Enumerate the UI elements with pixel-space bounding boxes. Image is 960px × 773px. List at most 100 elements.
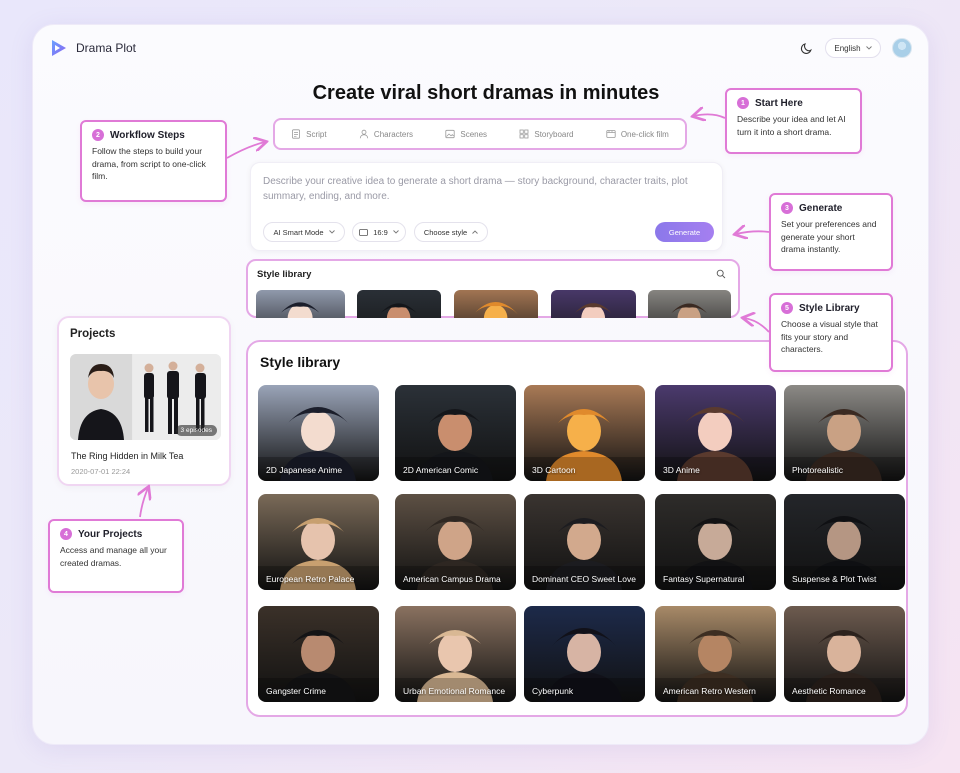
style-tile[interactable]: Fantasy Supernatural (655, 494, 776, 590)
prompt-input[interactable]: Describe your creative idea to generate … (263, 174, 703, 204)
style-tile-label: Gangster Crime (266, 686, 326, 696)
workflow-steps-bar: Script Characters Scenes Storyboard One-… (273, 118, 687, 150)
style-tile[interactable]: Aesthetic Romance (784, 606, 905, 702)
style-thumbnail-image (256, 290, 345, 318)
style-thumbnail[interactable] (648, 290, 731, 318)
style-thumbnail-image (357, 290, 441, 318)
style-tile[interactable]: 3D Cartoon (524, 385, 645, 481)
style-tile[interactable]: European Retro Palace (258, 494, 379, 590)
style-thumbnail[interactable] (256, 290, 345, 318)
style-thumbnail-image (648, 290, 731, 318)
brand-name: Drama Plot (76, 41, 137, 55)
mode-select[interactable]: AI Smart Mode (263, 222, 345, 242)
style-tile-label: 2D Japanese Anime (266, 465, 343, 475)
style-label: Choose style (423, 227, 468, 237)
tab-scenes[interactable]: Scenes (445, 129, 487, 139)
style-thumbnail[interactable] (551, 290, 636, 318)
project-thumbnail[interactable]: 3 episodes (70, 354, 221, 440)
search-icon[interactable] (716, 269, 726, 279)
dark-mode-icon[interactable] (800, 41, 814, 55)
style-tile[interactable]: 2D Japanese Anime (258, 385, 379, 481)
mode-label: AI Smart Mode (273, 227, 324, 237)
style-tile-label: 2D American Comic (403, 465, 479, 475)
style-tile-label: American Retro Western (663, 686, 756, 696)
annotation-title: Generate (799, 202, 843, 214)
style-library-title: Style library (260, 354, 341, 370)
episode-count-badge: 3 episodes (175, 425, 217, 436)
chevron-down-icon (392, 230, 399, 234)
annotation-title: Style Library (799, 302, 860, 314)
annotation-start-here: 1 Start Here Describe your idea and let A… (725, 88, 862, 154)
chevron-up-icon (472, 230, 478, 234)
step-label: Scenes (460, 129, 488, 139)
step-number-badge: 2 (92, 129, 104, 141)
image-icon (445, 129, 455, 139)
step-number-badge: 4 (60, 528, 72, 540)
style-tile[interactable]: 3D Anime (655, 385, 776, 481)
style-thumbnail[interactable] (357, 290, 441, 318)
style-tile[interactable]: Photorealistic (784, 385, 905, 481)
style-tile-label: Aesthetic Romance (792, 686, 866, 696)
style-thumbnail-image (551, 290, 636, 318)
style-tile-label: European Retro Palace (266, 574, 355, 584)
language-selector[interactable]: English (825, 38, 881, 58)
style-tile-label: Suspense & Plot Twist (792, 574, 877, 584)
annotation-generate: 3 Generate Set your preferences and gener… (769, 193, 893, 271)
style-thumbnail[interactable] (454, 290, 538, 318)
style-tile-label: Dominant CEO Sweet Love (532, 574, 636, 584)
style-tile[interactable]: 2D American Comic (395, 385, 516, 481)
style-tile-label: American Campus Drama (403, 574, 501, 584)
step-label: Storyboard (534, 129, 574, 139)
style-thumbnail-image (454, 290, 538, 318)
page-title: Create viral short dramas in minutes (312, 82, 660, 104)
chevron-down-icon (865, 46, 872, 50)
annotation-body: Describe your idea and let AI turn it in… (737, 114, 846, 137)
annotation-body: Follow the steps to build your drama, fr… (92, 146, 206, 181)
style-tile-label: Fantasy Supernatural (663, 574, 745, 584)
annotation-style-library: 5 Style Library Choose a visual style tha… (769, 293, 893, 372)
generate-button[interactable]: Generate (655, 222, 714, 242)
annotation-body: Set your preferences and generate your s… (781, 219, 877, 254)
project-date: 2020-07-01 22:24 (71, 467, 131, 476)
style-tile[interactable]: Cyberpunk (524, 606, 645, 702)
step-label: Script (306, 129, 327, 139)
annotation-body: Choose a visual style that fits your sto… (781, 319, 878, 354)
document-icon (292, 129, 301, 139)
logo-icon[interactable] (49, 38, 69, 58)
style-tile[interactable]: Gangster Crime (258, 606, 379, 702)
style-library-dropdown-title: Style library (257, 269, 312, 280)
style-tile-label: Photorealistic (792, 465, 844, 475)
project-name[interactable]: The Ring Hidden in Milk Tea (71, 451, 183, 461)
tab-one-click-film[interactable]: One-click film (606, 129, 669, 139)
film-icon (606, 130, 616, 138)
chevron-down-icon (328, 230, 335, 234)
style-tile[interactable]: Dominant CEO Sweet Love (524, 494, 645, 590)
step-number-badge: 1 (737, 97, 749, 109)
style-tile-label: 3D Anime (663, 465, 700, 475)
style-tile-label: Urban Emotional Romance (403, 686, 506, 696)
style-tile-label: 3D Cartoon (532, 465, 576, 475)
step-number-badge: 3 (781, 202, 793, 214)
tab-script[interactable]: Script (291, 129, 327, 139)
language-label: English (834, 43, 861, 53)
annotation-workflow-steps: 2 Workflow Steps Follow the steps to buil… (80, 120, 227, 202)
annotation-title: Workflow Steps (110, 129, 185, 141)
user-avatar[interactable] (892, 38, 912, 58)
style-tile[interactable]: Suspense & Plot Twist (784, 494, 905, 590)
style-tile[interactable]: Urban Emotional Romance (395, 606, 516, 702)
style-select[interactable]: Choose style (414, 222, 488, 242)
step-label: One-click film (620, 129, 669, 139)
style-tile[interactable]: American Campus Drama (395, 494, 516, 590)
aspect-ratio-select[interactable]: 16:9 (352, 222, 406, 242)
projects-title: Projects (70, 328, 116, 340)
annotation-title: Start Here (755, 97, 803, 109)
step-label: Characters (373, 129, 414, 139)
annotation-title: Your Projects (78, 528, 143, 540)
tab-characters[interactable]: Characters (359, 129, 413, 139)
annotation-body: Access and manage all your created drama… (60, 545, 167, 568)
aspect-ratio-icon (359, 228, 369, 236)
style-tile-label: Cyberpunk (532, 686, 574, 696)
style-tile[interactable]: American Retro Western (655, 606, 776, 702)
annotation-your-projects: 4 Your Projects Access and manage all you… (48, 519, 184, 593)
tab-storyboard[interactable]: Storyboard (519, 129, 574, 139)
